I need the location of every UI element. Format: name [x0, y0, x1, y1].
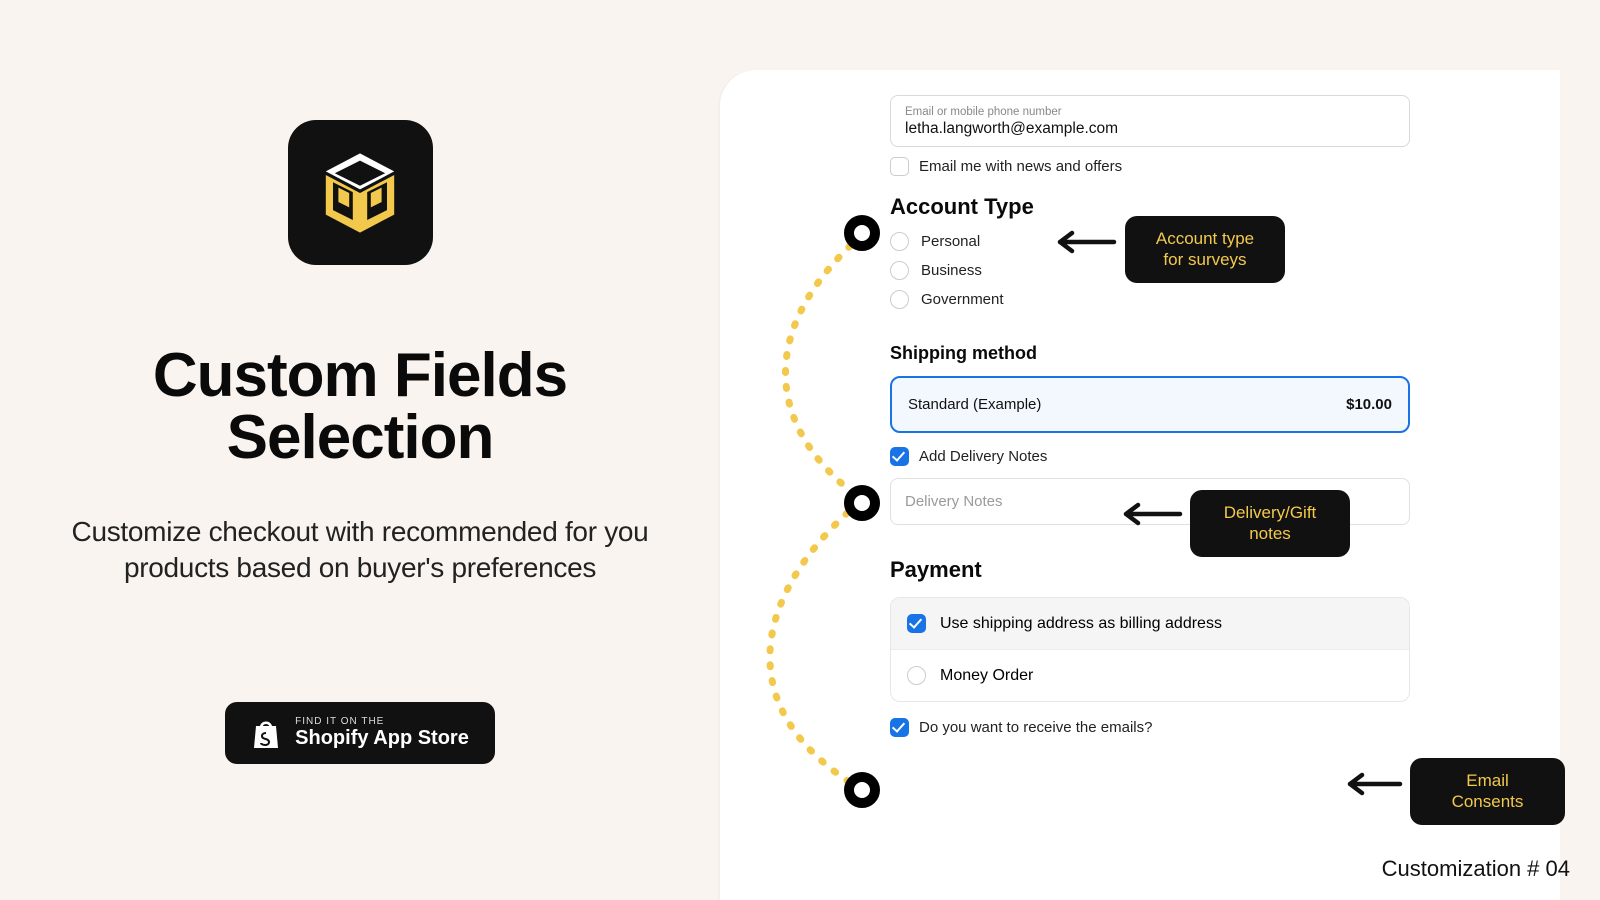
shopify-app-store-badge[interactable]: FIND IT ON THE Shopify App Store	[225, 702, 495, 764]
email-label: Email or mobile phone number	[905, 106, 1395, 118]
shipping-price: $10.00	[1346, 396, 1392, 413]
radio-personal-label: Personal	[921, 233, 980, 250]
billing-checkbox[interactable]	[907, 614, 926, 633]
radio-business-label: Business	[921, 262, 982, 279]
app-logo	[288, 120, 433, 265]
billing-label: Use shipping address as billing address	[940, 615, 1222, 633]
email-value: letha.langworth@example.com	[905, 120, 1395, 138]
emails-consent-label: Do you want to receive the emails?	[919, 719, 1152, 736]
money-order-label: Money Order	[940, 667, 1033, 685]
email-field[interactable]: Email or mobile phone number letha.langw…	[890, 95, 1410, 147]
news-label: Email me with news and offers	[919, 158, 1122, 175]
badge-big-text: Shopify App Store	[295, 727, 469, 750]
badge-small-text: FIND IT ON THE	[295, 716, 469, 727]
callout-bullet-icon	[844, 772, 880, 808]
callout-email-consents: Email Consents	[1410, 758, 1565, 825]
callout-bullet-icon	[844, 485, 880, 521]
page-title: Custom FieldsSelection	[70, 345, 650, 469]
dotted-connector	[700, 225, 900, 815]
callout-account-type: Account type for surveys	[1125, 216, 1285, 283]
shipping-heading: Shipping method	[890, 343, 1410, 364]
footer-label: Customization # 04	[1382, 856, 1570, 882]
arrow-left-icon	[1336, 770, 1404, 798]
shipping-method-card[interactable]: Standard (Example) $10.00	[890, 376, 1410, 433]
money-order-radio[interactable]	[907, 666, 926, 685]
payment-heading: Payment	[890, 557, 1410, 583]
callout-delivery-notes: Delivery/Gift notes	[1190, 490, 1350, 557]
radio-government-label: Government	[921, 291, 1004, 308]
delivery-notes-label: Add Delivery Notes	[919, 448, 1047, 465]
arrow-left-icon	[1112, 500, 1184, 528]
page-subtitle: Customize checkout with recommended for …	[70, 514, 650, 587]
callout-bullet-icon	[844, 215, 880, 251]
news-checkbox[interactable]	[890, 157, 909, 176]
shopify-bag-icon	[251, 716, 281, 750]
arrow-left-icon	[1046, 228, 1118, 256]
shipping-method-name: Standard (Example)	[908, 396, 1041, 413]
